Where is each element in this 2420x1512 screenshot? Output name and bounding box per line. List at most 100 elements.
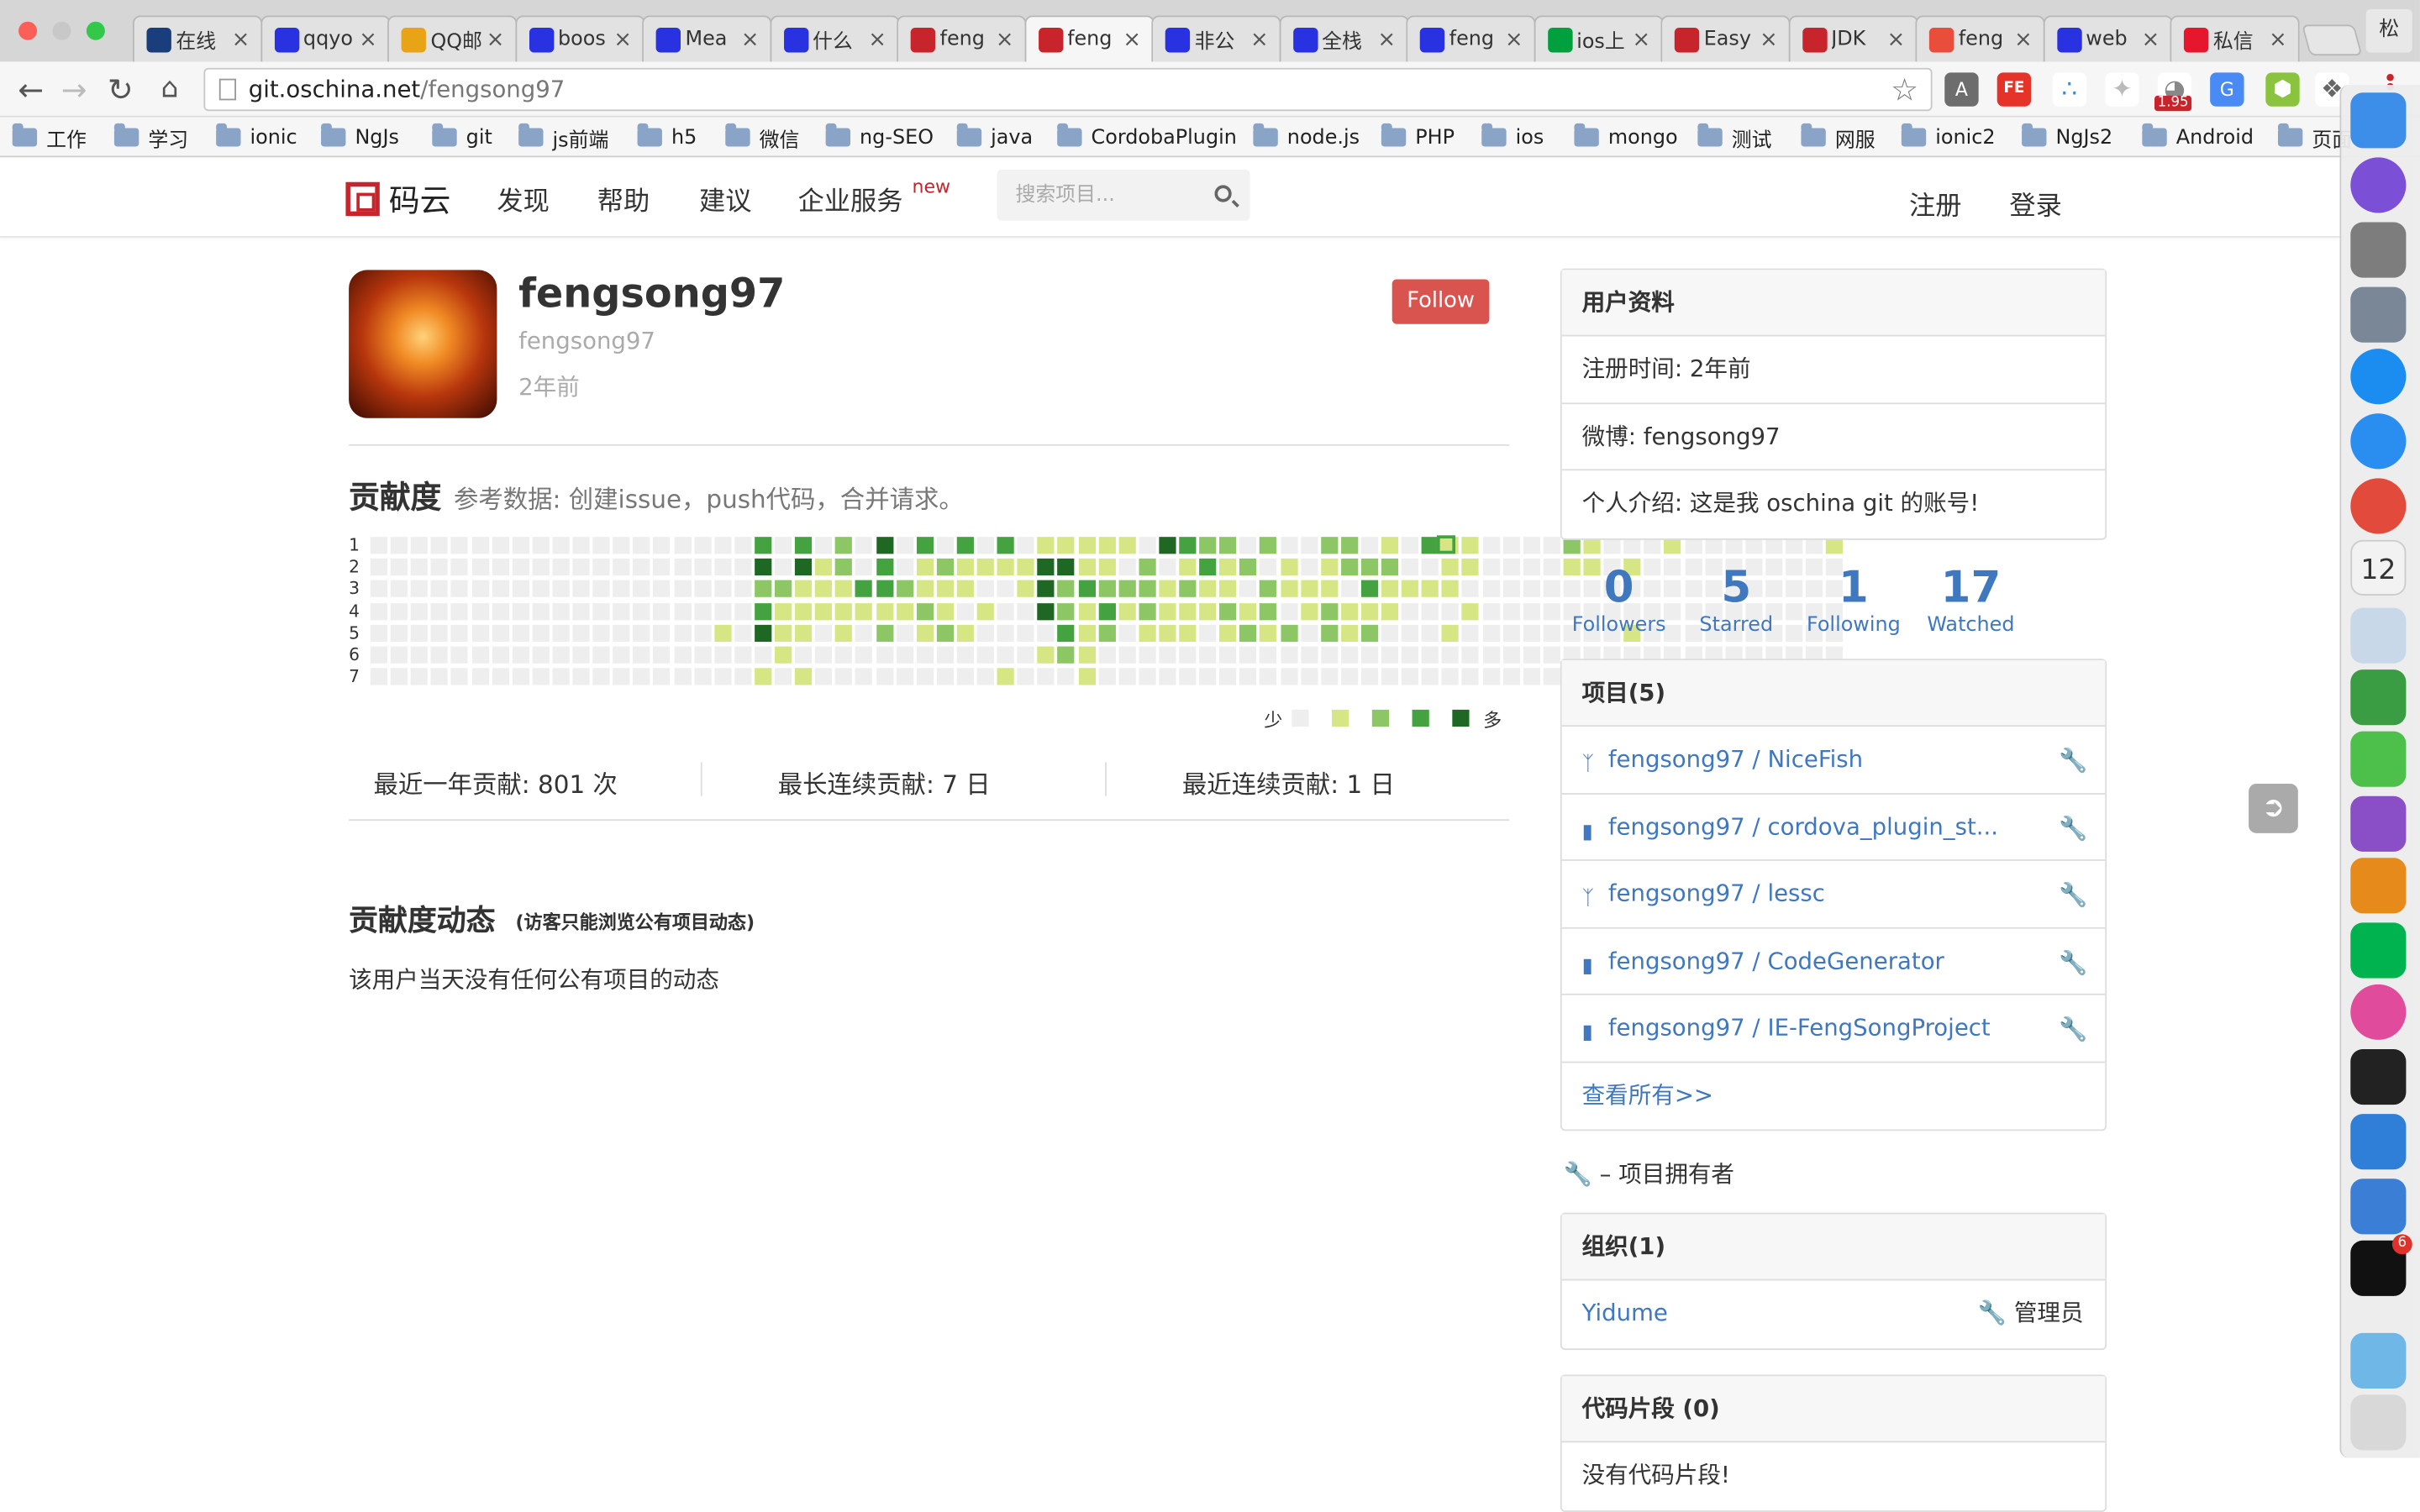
contribution-cell[interactable] <box>896 624 913 642</box>
close-tab-icon[interactable]: × <box>612 27 634 51</box>
contribution-cell[interactable] <box>1199 580 1217 598</box>
contribution-cell[interactable] <box>1118 646 1136 664</box>
contribution-cell[interactable] <box>713 602 732 620</box>
contribution-cell[interactable] <box>1239 668 1257 685</box>
contribution-cell[interactable] <box>370 559 388 576</box>
contribution-cell[interactable] <box>1462 624 1480 642</box>
contribution-cell[interactable] <box>1077 668 1096 685</box>
contribution-cell[interactable] <box>1097 559 1116 576</box>
contribution-cell[interactable] <box>896 646 913 664</box>
contribution-cell[interactable] <box>1300 580 1318 598</box>
minimize-window-button[interactable] <box>52 21 71 40</box>
close-tab-icon[interactable]: × <box>994 27 1016 51</box>
contribution-cell[interactable] <box>1320 537 1338 554</box>
bookmark-folder[interactable]: PHP <box>1381 123 1455 151</box>
contribution-cell[interactable] <box>1139 559 1156 576</box>
followers-count[interactable]: 0 Followers <box>1566 562 1671 638</box>
tab[interactable]: JDK × <box>1787 15 1918 62</box>
contribution-cell[interactable] <box>1381 646 1399 664</box>
contribution-cell[interactable] <box>693 624 711 642</box>
contribution-cell[interactable] <box>1239 537 1257 554</box>
contribution-cell[interactable] <box>997 602 1014 620</box>
contribution-cell[interactable] <box>1260 580 1277 598</box>
contribution-cell[interactable] <box>936 602 954 620</box>
contribution-cell[interactable] <box>1543 668 1560 685</box>
contribution-cell[interactable] <box>1017 646 1034 664</box>
contribution-cell[interactable] <box>1340 646 1358 664</box>
contribution-cell[interactable] <box>956 580 974 598</box>
contribution-cell[interactable] <box>693 580 711 598</box>
contribution-cell[interactable] <box>876 646 893 664</box>
contribution-cell[interactable] <box>613 668 630 685</box>
bookmark-folder[interactable]: ionic <box>216 123 297 151</box>
contribution-cell[interactable] <box>754 580 772 598</box>
contribution-cell[interactable] <box>673 580 691 598</box>
contribution-cell[interactable] <box>775 559 792 576</box>
contribution-cell[interactable] <box>1057 559 1076 576</box>
forward-button[interactable]: → <box>55 71 92 108</box>
bookmark-folder[interactable]: ionic2 <box>1901 123 1996 151</box>
contribution-cell[interactable] <box>592 602 610 620</box>
contribution-cell[interactable] <box>1159 580 1176 598</box>
tab[interactable]: 私信 × <box>2170 15 2300 62</box>
back-button[interactable]: ← <box>13 71 50 108</box>
contribution-cell[interactable] <box>815 602 833 620</box>
contribution-cell[interactable] <box>1401 624 1419 642</box>
project-item[interactable]: ▮ fengsong97 / IE-FengSongProject 🔧 <box>1561 995 2106 1063</box>
contribution-cell[interactable] <box>1239 646 1257 664</box>
contribution-cell[interactable] <box>1340 624 1358 642</box>
contribution-cell[interactable] <box>1057 624 1076 642</box>
contribution-cell[interactable] <box>1097 668 1116 685</box>
contribution-cell[interactable] <box>633 668 650 685</box>
contribution-cell[interactable] <box>653 559 671 576</box>
contribution-cell[interactable] <box>734 646 752 664</box>
org-item[interactable]: Yidume 🔧 管理员 <box>1562 1280 2106 1347</box>
contribution-cell[interactable] <box>1077 580 1096 598</box>
contribution-cell[interactable] <box>1806 537 1823 554</box>
bookmark-folder[interactable]: CordobaPlugin <box>1057 123 1237 151</box>
contribution-cell[interactable] <box>855 537 873 554</box>
bookmark-folder[interactable]: NgJs2 <box>2022 123 2112 151</box>
contribution-cell[interactable] <box>390 580 408 598</box>
contribution-cell[interactable] <box>1502 646 1520 664</box>
avatar[interactable] <box>349 270 497 418</box>
contribution-cell[interactable] <box>1037 537 1055 554</box>
contribution-cell[interactable] <box>492 537 509 554</box>
contribution-cell[interactable] <box>592 624 610 642</box>
contribution-cell[interactable] <box>1037 580 1055 598</box>
contribution-cell[interactable] <box>430 624 449 642</box>
contribution-cell[interactable] <box>653 602 671 620</box>
contribution-cell[interactable] <box>1360 580 1378 598</box>
qq-icon[interactable]: 6 <box>2350 1234 2412 1296</box>
siri-icon[interactable] <box>2350 157 2407 213</box>
contribution-cell[interactable] <box>1563 537 1581 554</box>
contribution-cell[interactable] <box>1462 559 1480 576</box>
contribution-cell[interactable] <box>795 580 813 598</box>
contribution-cell[interactable] <box>1724 537 1743 554</box>
project-item[interactable]: ▮ fengsong97 / cordova_plugin_st... 🔧 <box>1561 794 2106 861</box>
contribution-cell[interactable] <box>997 537 1014 554</box>
contribution-cell[interactable] <box>1644 537 1661 554</box>
tab[interactable]: 非公 × <box>1151 15 1281 62</box>
iqiyi-icon[interactable] <box>2350 922 2407 979</box>
contribution-cell[interactable] <box>471 668 489 685</box>
contribution-cell[interactable] <box>835 559 853 576</box>
contribution-cell[interactable] <box>1280 559 1297 576</box>
zoom-window-button[interactable] <box>86 21 105 40</box>
contribution-cell[interactable] <box>1482 559 1500 576</box>
tab[interactable]: 全栈 × <box>1278 15 1408 62</box>
tab[interactable]: feng × <box>897 15 1027 62</box>
contribution-cell[interactable] <box>693 559 711 576</box>
contribution-cell[interactable] <box>1280 580 1297 598</box>
contribution-cell[interactable] <box>936 646 954 664</box>
contribution-cell[interactable] <box>956 537 974 554</box>
bookmark-folder[interactable]: mongo <box>1574 123 1678 151</box>
contribution-cell[interactable] <box>1421 646 1439 664</box>
contribution-cell[interactable] <box>492 668 509 685</box>
contribution-cell[interactable] <box>896 559 913 576</box>
contribution-cell[interactable] <box>572 580 590 598</box>
contribution-cell[interactable] <box>775 624 792 642</box>
contribution-cell[interactable] <box>370 668 388 685</box>
contribution-cell[interactable] <box>1159 624 1176 642</box>
contribution-cell[interactable] <box>1017 537 1034 554</box>
